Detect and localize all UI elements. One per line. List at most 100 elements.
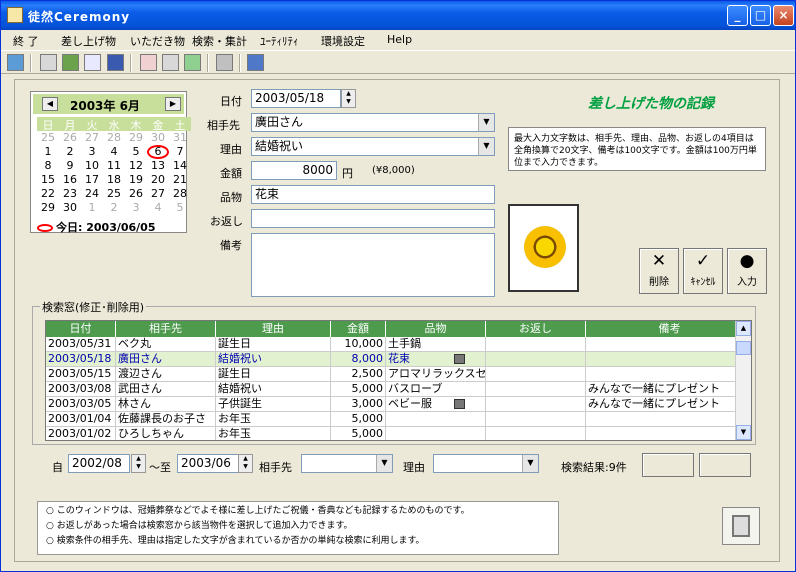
column-header[interactable]: 相手先 — [116, 321, 216, 337]
gift-photo[interactable] — [508, 204, 579, 292]
calendar-day[interactable]: 2 — [59, 145, 81, 159]
amount-field[interactable]: 8000 — [251, 161, 337, 180]
menu-help[interactable]: Help — [387, 33, 412, 46]
calendar-grid[interactable]: 日月火水木金土 25 26 27 28 29 30 31 1 2 3 4 5 6 7 8 9 10 11 12 13 14… — [37, 117, 191, 215]
table-row[interactable]: 2003/01/02 ひろしちゃん お年玉 5,000 — [46, 427, 736, 440]
calendar-day[interactable]: 23 — [59, 187, 81, 201]
report-icon[interactable] — [107, 54, 124, 71]
table-row[interactable]: 2003/05/18 廣田さん 結婚祝い 8,000 花束 — [46, 352, 736, 367]
scroll-thumb[interactable] — [736, 341, 751, 355]
exit-button[interactable] — [722, 507, 760, 545]
chevron-down-icon[interactable]: ▼ — [478, 138, 494, 155]
print-icon[interactable] — [162, 54, 179, 71]
chevron-down-icon[interactable]: ▼ — [376, 455, 392, 472]
clear-button[interactable] — [699, 453, 751, 477]
column-header[interactable]: 備考 — [586, 321, 751, 337]
calendar-day[interactable]: 17 — [81, 173, 103, 187]
date-field[interactable]: 2003/05/18 — [251, 89, 341, 108]
calendar-day[interactable]: 30 — [147, 131, 169, 145]
calendar-day[interactable]: 27 — [147, 187, 169, 201]
menu-utility[interactable]: ﾕｰﾃｨﾘﾃｨ — [260, 33, 299, 49]
calendar-day[interactable]: 22 — [37, 187, 59, 201]
calendar-day[interactable]: 27 — [81, 131, 103, 145]
date-spinner[interactable]: ▲ ▼ — [341, 89, 356, 108]
calendar[interactable]: ◀ 2003年 6月 ▶ 日月火水木金土 25 26 27 28 29 30 31 1 2 3 4 5 6… — [30, 91, 191, 235]
book-icon[interactable] — [247, 54, 264, 71]
cancel-button[interactable]: ✓ ｷｬﾝｾﾙ — [683, 248, 723, 294]
from-spinner[interactable]: ▲ ▼ — [131, 454, 146, 473]
results-table[interactable]: 日付 相手先 理由 金額 品物 お返し 備考 2003/05/31 ベク丸 誕生日 10,000 土… — [45, 320, 752, 441]
calendar-day[interactable]: 11 — [103, 159, 125, 173]
title-bar[interactable]: 徒然Ceremony _ □ × — [1, 1, 795, 30]
calendar-day[interactable]: 1 — [37, 145, 59, 159]
calendar-day[interactable]: 31 — [169, 131, 191, 145]
calendar-day[interactable]: 29 — [37, 201, 59, 215]
calendar-day[interactable]: 18 — [103, 173, 125, 187]
menu-exit[interactable]: 終 了 — [13, 33, 39, 49]
calendar-day[interactable]: 28 — [103, 131, 125, 145]
table-scrollbar[interactable]: ▲ ▼ — [735, 321, 751, 440]
search-icon[interactable] — [140, 54, 157, 71]
calendar-day[interactable]: 25 — [37, 131, 59, 145]
calendar-day[interactable]: 30 — [59, 201, 81, 215]
reason-select[interactable]: 結婚祝い ▼ — [251, 137, 495, 156]
column-header[interactable]: 理由 — [216, 321, 331, 337]
edit-icon[interactable] — [84, 54, 101, 71]
scroll-down-icon[interactable]: ▼ — [736, 425, 751, 440]
table-row[interactable]: 2003/01/04 佐藤課長のお子さ お年玉 5,000 — [46, 412, 736, 427]
from-field[interactable]: 2002/08 — [68, 454, 130, 473]
return-field[interactable] — [251, 209, 495, 228]
calendar-day[interactable]: 4 — [147, 201, 169, 215]
to-spinner[interactable]: ▲ ▼ — [238, 454, 253, 473]
calendar-day[interactable]: 16 — [59, 173, 81, 187]
calendar-day[interactable]: 29 — [125, 131, 147, 145]
calendar-next-button[interactable]: ▶ — [165, 97, 181, 111]
calendar-day[interactable]: 3 — [81, 145, 103, 159]
minimize-button[interactable]: _ — [727, 5, 748, 26]
chevron-down-icon[interactable]: ▼ — [522, 455, 538, 472]
calendar-day[interactable]: 4 — [103, 145, 125, 159]
calendar-day[interactable]: 8 — [37, 159, 59, 173]
table-row[interactable]: 2003/03/05 林さん 子供誕生 3,000 ベビー服 みんなで一緒にプレゼント — [46, 397, 736, 412]
calendar-day[interactable]: 25 — [103, 187, 125, 201]
calendar-day[interactable]: 6 — [147, 145, 169, 159]
calendar-day[interactable]: 15 — [37, 173, 59, 187]
sheet-icon[interactable] — [184, 54, 201, 71]
list-icon[interactable] — [62, 54, 79, 71]
calendar-day[interactable]: 10 — [81, 159, 103, 173]
table-row[interactable]: 2003/05/15 渡辺さん 誕生日 2,500 アロマリラックスセ — [46, 367, 736, 382]
search-partner-select[interactable]: ▼ — [301, 454, 393, 473]
search-button[interactable] — [642, 453, 694, 477]
item-field[interactable]: 花束 — [251, 185, 495, 204]
column-header[interactable]: 金額 — [331, 321, 386, 337]
calendar-day[interactable]: 19 — [125, 173, 147, 187]
exit-icon[interactable] — [7, 54, 24, 71]
menu-given[interactable]: 差し上げ物 — [61, 33, 116, 49]
memo-field[interactable] — [251, 233, 495, 297]
calendar-day[interactable]: 26 — [59, 131, 81, 145]
maximize-button[interactable]: □ — [750, 5, 771, 26]
calendar-day[interactable]: 7 — [169, 145, 191, 159]
menu-received[interactable]: いただき物 — [130, 33, 185, 49]
calendar-day[interactable]: 12 — [125, 159, 147, 173]
column-header[interactable]: 品物 — [386, 321, 486, 337]
chevron-down-icon[interactable]: ▼ — [478, 114, 494, 131]
delete-button[interactable]: ✕ 削除 — [639, 248, 679, 294]
calendar-day[interactable]: 9 — [59, 159, 81, 173]
calendar-today[interactable]: 今日: 2003/06/05 — [37, 219, 156, 235]
record-icon[interactable] — [40, 54, 57, 71]
table-row[interactable]: 2003/05/31 ベク丸 誕生日 10,000 土手鍋 — [46, 337, 736, 352]
column-header[interactable]: お返し — [486, 321, 586, 337]
calendar-day[interactable]: 1 — [81, 201, 103, 215]
close-button[interactable]: × — [773, 5, 794, 26]
menu-settings[interactable]: 環境設定 — [321, 33, 365, 49]
column-header[interactable]: 日付 — [46, 321, 116, 337]
enter-button[interactable]: ● 入力 — [727, 248, 767, 294]
to-field[interactable]: 2003/06 — [177, 454, 239, 473]
table-row[interactable]: 2003/03/08 武田さん 結婚祝い 5,000 バスローブ みんなで一緒にプレゼント — [46, 382, 736, 397]
calendar-day[interactable]: 13 — [147, 159, 169, 173]
calendar-day[interactable]: 2 — [103, 201, 125, 215]
search-reason-select[interactable]: ▼ — [433, 454, 539, 473]
calendar-day[interactable]: 28 — [169, 187, 191, 201]
calendar-day[interactable]: 5 — [125, 145, 147, 159]
